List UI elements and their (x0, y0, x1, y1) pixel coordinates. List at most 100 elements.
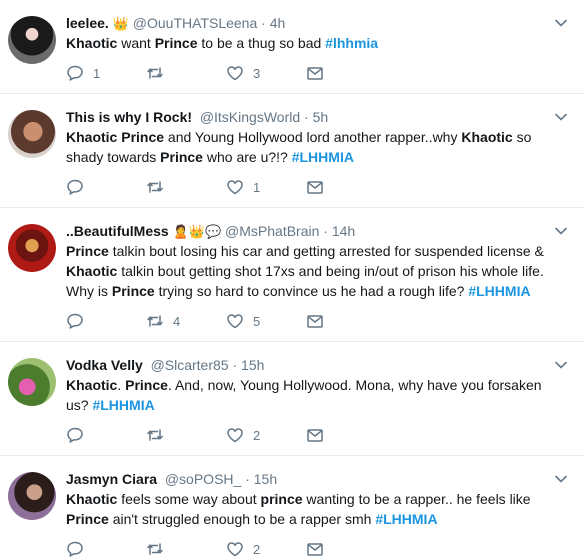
retweet-button[interactable] (146, 64, 226, 82)
retweet-button[interactable] (146, 426, 226, 444)
tweet-text-segment: trying so hard to convince us he had a r… (154, 283, 469, 299)
tweet-actions: 4 5 (66, 301, 572, 341)
reply-button[interactable] (66, 426, 146, 444)
tweet-text-segment: talkin bout losing his car and getting a… (108, 243, 544, 259)
direct-message-button[interactable] (306, 426, 336, 444)
tweet-text-segment: to be a thug so bad (197, 35, 326, 51)
reply-icon (67, 541, 83, 557)
tweet-actions: 2 (66, 415, 572, 455)
display-name[interactable]: This is why I Rock! (66, 109, 192, 125)
hashtag-link[interactable]: #LHHMIA (375, 511, 437, 527)
tweet[interactable]: Jasmyn Ciara @soPOSH_ · 15h Khaotic feel… (0, 456, 584, 559)
display-name[interactable]: leelee. (66, 15, 109, 31)
avatar[interactable] (8, 358, 56, 406)
retweet-button[interactable] (146, 540, 226, 558)
like-count: 3 (253, 65, 261, 81)
timestamp[interactable]: 15h (254, 471, 277, 487)
user-handle[interactable]: @MsPhatBrain (225, 223, 319, 239)
highlighted-term: Prince (121, 129, 165, 145)
tweet[interactable]: Vodka Velly @Slcarter85 · 15h Khaotic. P… (0, 342, 584, 456)
display-name[interactable]: Vodka Velly (66, 357, 143, 373)
like-button[interactable]: 3 (226, 64, 306, 82)
avatar[interactable] (8, 16, 56, 64)
like-count: 5 (253, 313, 261, 329)
separator-dot: · (323, 223, 328, 239)
user-handle[interactable]: @Slcarter85 (151, 357, 229, 373)
tweet-header: Jasmyn Ciara @soPOSH_ · 15h (66, 470, 572, 489)
retweet-button[interactable] (146, 178, 226, 196)
tweet-text: Prince talkin bout losing his car and ge… (66, 241, 572, 301)
heart-icon (227, 428, 243, 443)
tweet[interactable]: ..BeautifulMess 🙎👑💬 @MsPhatBrain · 14h P… (0, 208, 584, 342)
tweet[interactable]: This is why I Rock! @ItsKingsWorld · 5h … (0, 94, 584, 208)
heart-icon (227, 66, 243, 81)
highlighted-term: Khaotic (66, 263, 118, 279)
reply-button[interactable]: 1 (66, 64, 146, 82)
hashtag-link[interactable]: #LHHMIA (292, 149, 354, 165)
avatar[interactable] (8, 110, 56, 158)
separator-dot: · (245, 471, 250, 487)
user-handle[interactable]: @ItsKingsWorld (200, 109, 300, 125)
like-button[interactable]: 2 (226, 540, 306, 558)
hashtag-link[interactable]: #lhhmia (325, 35, 378, 51)
envelope-icon (307, 181, 323, 194)
tweet-header: ..BeautifulMess 🙎👑💬 @MsPhatBrain · 14h (66, 222, 572, 241)
tweet-text-segment: wanting to be a rapper.. he feels like (302, 491, 531, 507)
tweet-text-segment: want (117, 35, 155, 51)
separator-dot: · (304, 109, 309, 125)
reply-button[interactable] (66, 178, 146, 196)
timestamp[interactable]: 5h (313, 109, 329, 125)
display-name[interactable]: ..BeautifulMess (66, 223, 169, 239)
tweet[interactable]: leelee. 👑 @OuuTHATSLeena · 4h Khaotic wa… (0, 0, 584, 94)
highlighted-term: Khaotic (66, 491, 118, 507)
like-button[interactable]: 5 (226, 312, 306, 330)
highlighted-term: Khaotic (66, 35, 118, 51)
retweet-button[interactable]: 4 (146, 312, 226, 330)
like-button[interactable]: 2 (226, 426, 306, 444)
tweet-actions: 1 (66, 167, 572, 207)
avatar[interactable] (8, 224, 56, 272)
like-button[interactable]: 1 (226, 178, 306, 196)
timestamp[interactable]: 4h (270, 15, 286, 31)
user-handle[interactable]: @OuuTHATSLeena (133, 15, 257, 31)
direct-message-button[interactable] (306, 312, 336, 330)
timestamp[interactable]: 15h (241, 357, 264, 373)
user-handle[interactable]: @soPOSH_ (165, 471, 241, 487)
chevron-down-icon[interactable] (554, 110, 568, 124)
retweet-count: 4 (173, 313, 181, 329)
highlighted-term: Khaotic (66, 129, 118, 145)
chevron-down-icon[interactable] (554, 472, 568, 486)
hashtag-link[interactable]: #LHHMIA (468, 283, 530, 299)
chevron-down-icon[interactable] (554, 358, 568, 372)
highlighted-term: Prince (160, 149, 203, 165)
reply-icon (67, 65, 83, 81)
retweet-icon (147, 67, 163, 79)
reply-button[interactable] (66, 312, 146, 330)
hashtag-link[interactable]: #LHHMIA (92, 397, 154, 413)
reply-icon (67, 427, 83, 443)
retweet-icon (147, 543, 163, 555)
chevron-down-icon[interactable] (554, 16, 568, 30)
highlighted-term: prince (260, 491, 303, 507)
tweet-text: Khaotic feels some way about prince want… (66, 489, 572, 529)
direct-message-button[interactable] (306, 540, 336, 558)
name-emoji: 👑 (112, 16, 129, 31)
highlighted-term: Khaotic (66, 377, 118, 393)
tweet-text-segment: feels some way about (117, 491, 261, 507)
display-name[interactable]: Jasmyn Ciara (66, 471, 157, 487)
direct-message-button[interactable] (306, 64, 336, 82)
heart-icon (227, 180, 243, 195)
avatar[interactable] (8, 472, 56, 520)
like-count: 2 (253, 427, 261, 443)
tweet-text: Khaotic Prince and Young Hollywood lord … (66, 127, 572, 167)
tweet-text: Khaotic. Prince. And, now, Young Hollywo… (66, 375, 572, 415)
chevron-down-icon[interactable] (554, 224, 568, 238)
reply-button[interactable] (66, 540, 146, 558)
like-count: 1 (253, 179, 261, 195)
envelope-icon (307, 543, 323, 556)
timestamp[interactable]: 14h (332, 223, 355, 239)
direct-message-button[interactable] (306, 178, 336, 196)
heart-icon (227, 314, 243, 329)
retweet-icon (147, 181, 163, 193)
retweet-icon (147, 429, 163, 441)
